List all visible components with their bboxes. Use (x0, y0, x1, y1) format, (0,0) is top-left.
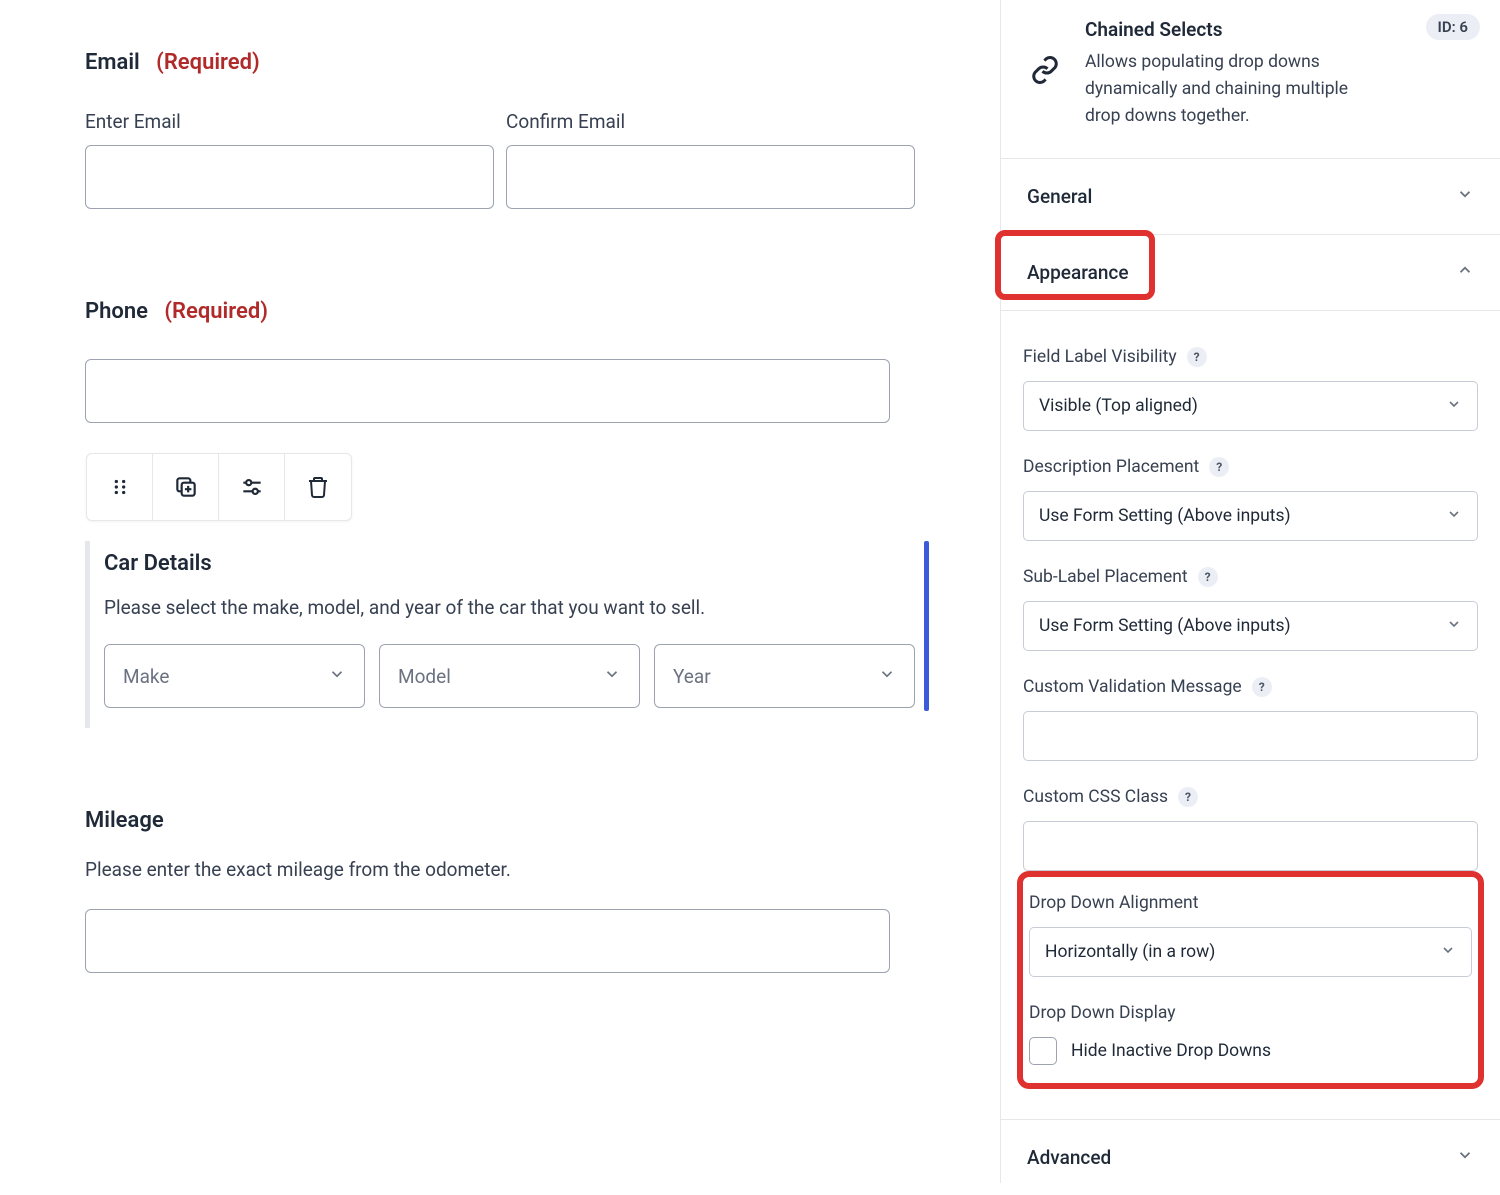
setting-custom-css: Custom CSS Class ? (1023, 787, 1478, 871)
sidebar-title: Chained Selects (1085, 18, 1375, 41)
setting-label-text: Sub-Label Placement (1023, 567, 1188, 587)
setting-label-text: Custom Validation Message (1023, 677, 1242, 697)
link-icon (1023, 48, 1067, 92)
select-value: Horizontally (in a row) (1045, 942, 1215, 962)
setting-field-label-visibility: Field Label Visibility ? Visible (Top al… (1023, 347, 1478, 431)
car-details-description: Please select the make, model, and year … (104, 596, 915, 619)
mileage-input[interactable] (85, 909, 890, 973)
hide-inactive-checkbox[interactable] (1029, 1037, 1057, 1065)
sidebar-description: Allows populating drop downs dynamically… (1085, 49, 1375, 130)
custom-css-input[interactable] (1023, 821, 1478, 871)
phone-input[interactable] (85, 359, 890, 423)
section-advanced[interactable]: Advanced (1001, 1120, 1500, 1195)
setting-sublabel-placement: Sub-Label Placement ? Use Form Setting (… (1023, 567, 1478, 651)
confirm-email-label: Confirm Email (506, 110, 915, 133)
year-select[interactable]: Year (654, 644, 915, 708)
label-text: Email (85, 50, 140, 75)
car-details-field-block[interactable]: Car Details Please select the make, mode… (85, 541, 915, 728)
year-placeholder: Year (673, 665, 711, 688)
help-icon[interactable]: ? (1178, 787, 1198, 807)
help-icon[interactable]: ? (1252, 677, 1272, 697)
setting-label-text: Field Label Visibility (1023, 347, 1177, 367)
delete-icon[interactable] (285, 454, 351, 520)
make-placeholder: Make (123, 665, 169, 688)
appearance-panel: Field Label Visibility ? Visible (Top al… (1001, 311, 1500, 1120)
mileage-description: Please enter the exact mileage from the … (85, 858, 915, 881)
help-icon[interactable]: ? (1198, 567, 1218, 587)
section-general[interactable]: General (1001, 159, 1500, 235)
chevron-down-icon (1446, 506, 1462, 527)
chevron-down-icon (1446, 616, 1462, 637)
confirm-email-input[interactable] (506, 145, 915, 209)
sublabel-placement-select[interactable]: Use Form Setting (Above inputs) (1023, 601, 1478, 651)
duplicate-icon[interactable] (153, 454, 219, 520)
make-select[interactable]: Make (104, 644, 365, 708)
section-label: Advanced (1027, 1146, 1111, 1169)
enter-email-input[interactable] (85, 145, 494, 209)
setting-label-text: Drop Down Display (1029, 1003, 1176, 1023)
chevron-down-icon (1446, 396, 1462, 417)
field-settings-sidebar: Chained Selects Allows populating drop d… (1000, 0, 1500, 1183)
form-editor-main: Email (Required) Enter Email Confirm Ema… (0, 0, 1000, 1183)
mileage-label: Mileage (85, 808, 915, 833)
chevron-down-icon (1456, 185, 1474, 208)
enter-email-label: Enter Email (85, 110, 494, 133)
chevron-down-icon (328, 665, 346, 688)
mileage-field-block[interactable]: Mileage Please enter the exact mileage f… (85, 808, 915, 973)
highlight-annotation: Drop Down Alignment Horizontally (in a r… (1017, 871, 1484, 1089)
setting-label-text: Custom CSS Class (1023, 787, 1168, 807)
chevron-up-icon (1456, 261, 1474, 284)
section-label: General (1027, 185, 1092, 208)
help-icon[interactable]: ? (1209, 457, 1229, 477)
field-label-visibility-select[interactable]: Visible (Top aligned) (1023, 381, 1478, 431)
phone-label: Phone (Required) (85, 299, 915, 324)
select-value: Use Form Setting (Above inputs) (1039, 616, 1291, 636)
phone-field-block[interactable]: Phone (Required) (85, 299, 915, 423)
model-placeholder: Model (398, 665, 451, 688)
setting-custom-validation: Custom Validation Message ? (1023, 677, 1478, 761)
chevron-down-icon (603, 665, 621, 688)
setting-dropdown-display: Drop Down Display Hide Inactive Drop Dow… (1029, 1003, 1472, 1065)
section-label: Appearance (1027, 261, 1129, 284)
help-icon[interactable]: ? (1187, 347, 1207, 367)
drag-handle-icon[interactable] (87, 454, 153, 520)
chevron-down-icon (1456, 1146, 1474, 1169)
required-indicator: (Required) (156, 50, 260, 75)
dropdown-alignment-select[interactable]: Horizontally (in a row) (1029, 927, 1472, 977)
description-placement-select[interactable]: Use Form Setting (Above inputs) (1023, 491, 1478, 541)
car-details-label: Car Details (104, 551, 915, 576)
custom-validation-input[interactable] (1023, 711, 1478, 761)
setting-description-placement: Description Placement ? Use Form Setting… (1023, 457, 1478, 541)
setting-label-text: Drop Down Alignment (1029, 893, 1198, 913)
section-appearance[interactable]: Appearance (1001, 235, 1500, 311)
chevron-down-icon (1440, 942, 1456, 963)
email-field-block[interactable]: Email (Required) Enter Email Confirm Ema… (85, 50, 915, 209)
sidebar-header: Chained Selects Allows populating drop d… (1001, 0, 1500, 159)
email-label: Email (Required) (85, 50, 915, 75)
setting-dropdown-alignment: Drop Down Alignment Horizontally (in a r… (1029, 893, 1472, 977)
id-badge: ID: 6 (1426, 14, 1480, 40)
required-indicator: (Required) (164, 299, 268, 324)
chevron-down-icon (878, 665, 896, 688)
select-value: Visible (Top aligned) (1039, 396, 1198, 416)
checkbox-label: Hide Inactive Drop Downs (1071, 1041, 1271, 1061)
select-value: Use Form Setting (Above inputs) (1039, 506, 1291, 526)
model-select[interactable]: Model (379, 644, 640, 708)
field-toolbar (86, 453, 352, 521)
setting-label-text: Description Placement (1023, 457, 1199, 477)
settings-icon[interactable] (219, 454, 285, 520)
label-text: Phone (85, 299, 148, 324)
